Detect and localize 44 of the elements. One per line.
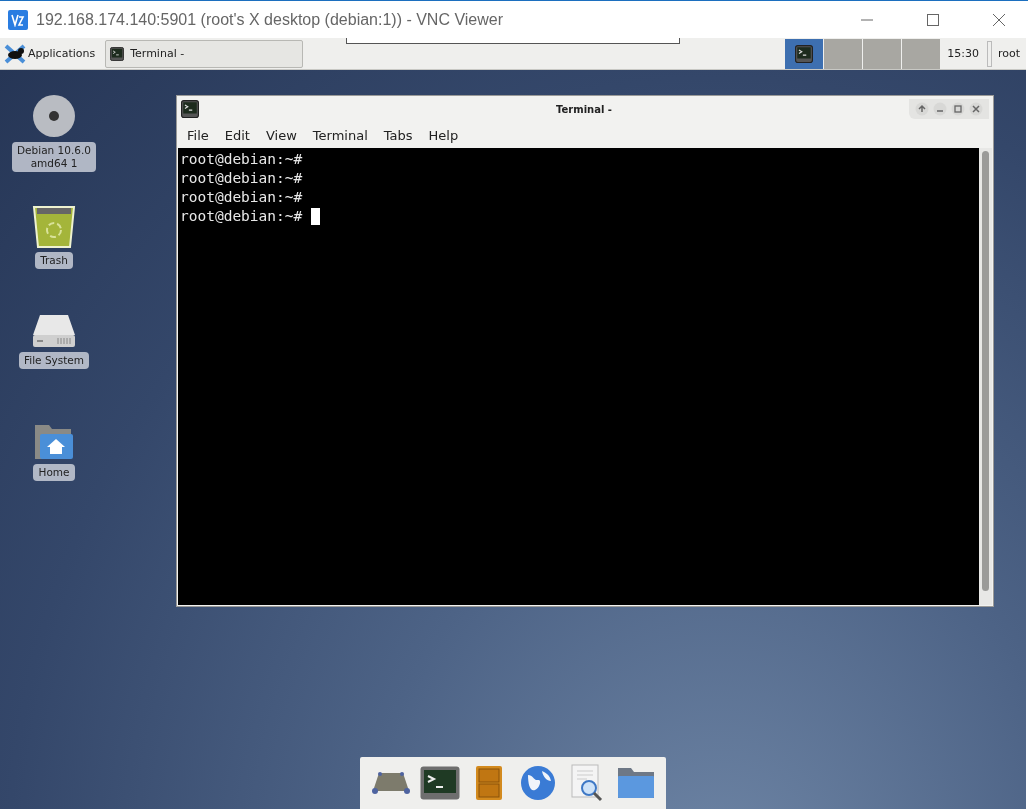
prompt-line: root@debian:~# (180, 207, 303, 226)
terminal-icon (419, 766, 460, 800)
terminal-icon (110, 46, 125, 61)
maximize-button[interactable] (951, 102, 965, 116)
window-thumbnail-icon (795, 44, 814, 63)
desktop-icon-label[interactable]: Home (33, 464, 75, 481)
home-folder-icon (34, 424, 74, 460)
menu-item[interactable]: File (179, 127, 217, 143)
close-icon (992, 12, 1006, 27)
desktop-icon (370, 771, 411, 795)
taskbar-button[interactable]: Terminal - (105, 39, 304, 68)
clock: 15:30 (946, 47, 980, 60)
desktop-icon-label[interactable]: Trash (35, 252, 73, 269)
desktop-icon-label[interactable]: File System (18, 352, 90, 369)
prompt-line: root@debian:~# (180, 169, 303, 188)
minimize-icon (860, 18, 874, 21)
mouse-logo-icon (4, 43, 26, 64)
menu-item[interactable]: Tabs (375, 127, 421, 143)
prompt-line: root@debian:~# (180, 150, 303, 169)
disc-icon (32, 94, 76, 138)
desktop-icon-label[interactable]: Debian 10.6.0 amd64 1 (12, 142, 96, 172)
menu-item[interactable]: Terminal (304, 127, 376, 143)
search-icon (568, 764, 605, 802)
hard-drive-icon (32, 314, 76, 348)
scrollbar-thumb[interactable] (982, 151, 989, 591)
terminal-icon (181, 100, 199, 118)
prompt-line: root@debian:~# (180, 188, 303, 207)
folder-icon (616, 767, 655, 799)
menu-item[interactable]: Help (420, 127, 467, 143)
menu-item[interactable]: View (257, 127, 305, 143)
file-cabinet-icon (474, 765, 503, 801)
user-name: root (996, 47, 1021, 60)
minimize-button[interactable] (933, 102, 947, 116)
globe-icon (519, 765, 556, 801)
maximize-icon (926, 12, 940, 27)
app-logo-icon (8, 9, 28, 30)
workspace-button[interactable] (785, 38, 824, 69)
close-button[interactable] (969, 102, 983, 116)
window-title: 192.168.174.140:5901 (root's X desktop (debian:1)) - VNC Viewer (36, 10, 505, 29)
terminal-title: Terminal - (555, 103, 613, 115)
raise-button[interactable] (915, 102, 929, 116)
trash-icon (31, 204, 77, 248)
menu-item[interactable]: Edit (216, 127, 258, 143)
applications-menu[interactable]: Applications (0, 38, 100, 69)
